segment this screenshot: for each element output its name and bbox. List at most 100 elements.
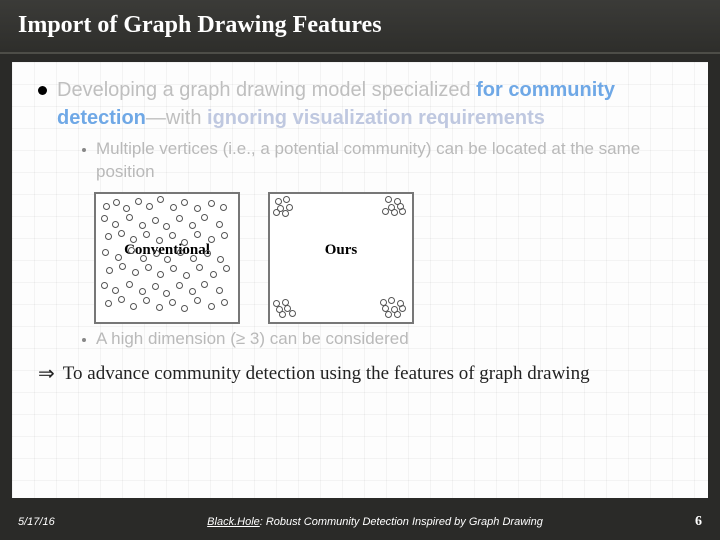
main-bullet-text: Developing a graph drawing model special… <box>57 76 682 132</box>
data-point <box>146 203 153 210</box>
data-point <box>208 200 215 207</box>
data-point <box>170 204 177 211</box>
data-point <box>139 222 146 229</box>
data-point <box>101 215 108 222</box>
data-point <box>189 288 196 295</box>
data-point <box>223 265 230 272</box>
data-point <box>181 239 188 246</box>
data-point <box>126 281 133 288</box>
data-point <box>123 205 130 212</box>
data-point <box>181 199 188 206</box>
data-point <box>289 310 296 317</box>
data-point <box>217 256 224 263</box>
text-emph-light: ignoring visualization requirements <box>207 107 545 129</box>
footer-date: 5/17/16 <box>18 516 88 528</box>
data-point <box>201 281 208 288</box>
footer-title: Black.Hole: Robust Community Detection I… <box>88 516 662 528</box>
data-point <box>169 299 176 306</box>
data-point <box>190 255 197 262</box>
data-point <box>273 209 280 216</box>
data-point <box>385 196 392 203</box>
data-point <box>208 236 215 243</box>
data-point <box>176 215 183 222</box>
slide-title: Import of Graph Drawing Features <box>0 0 720 54</box>
footer-paper-rest: : Robust Community Detection Inspired by… <box>260 516 543 528</box>
main-bullet: Developing a graph drawing model special… <box>38 76 682 132</box>
data-point <box>102 249 109 256</box>
arrow-icon: ⇒ <box>38 361 55 388</box>
data-point <box>196 264 203 271</box>
text-plain: Developing a graph drawing model special… <box>57 79 476 101</box>
data-point <box>220 204 227 211</box>
footer-page-number: 6 <box>662 514 702 530</box>
data-point <box>388 297 395 304</box>
data-point <box>143 297 150 304</box>
data-point <box>140 255 147 262</box>
data-point <box>221 232 228 239</box>
data-point <box>157 271 164 278</box>
data-point <box>204 250 211 257</box>
data-point <box>399 305 406 312</box>
data-point <box>201 214 208 221</box>
data-point <box>115 254 122 261</box>
bullet-icon <box>82 148 86 152</box>
sub-bullet-1-text: Multiple vertices (i.e., a potential com… <box>96 138 682 184</box>
slide-footer: 5/17/16 Black.Hole: Robust Community Det… <box>0 504 720 540</box>
sub-bullet-2-text: A high dimension (≥ 3) can be considered <box>96 328 409 351</box>
data-point <box>112 221 119 228</box>
bullet-icon <box>82 338 86 342</box>
data-point <box>221 299 228 306</box>
data-point <box>216 287 223 294</box>
data-point <box>382 208 389 215</box>
data-point <box>164 256 171 263</box>
conclusion-line: ⇒ To advance community detection using t… <box>38 361 682 388</box>
data-point <box>169 232 176 239</box>
data-point <box>152 217 159 224</box>
data-point <box>181 305 188 312</box>
data-point <box>394 311 401 318</box>
data-point <box>194 297 201 304</box>
data-point <box>208 303 215 310</box>
data-point <box>183 272 190 279</box>
data-point <box>105 300 112 307</box>
sub-bullet-1: Multiple vertices (i.e., a potential com… <box>82 138 682 184</box>
figure-label: Ours <box>325 242 358 259</box>
slide-body: Developing a graph drawing model special… <box>12 62 708 498</box>
data-point <box>118 296 125 303</box>
data-point <box>119 263 126 270</box>
data-point <box>399 208 406 215</box>
figure-ours: Ours <box>268 192 414 324</box>
data-point <box>135 198 142 205</box>
data-point <box>152 283 159 290</box>
conclusion-text: To advance community detection using the… <box>63 361 590 387</box>
data-point <box>157 196 164 203</box>
data-point <box>163 290 170 297</box>
data-point <box>101 282 108 289</box>
data-point <box>283 196 290 203</box>
footer-paper-name: Black.Hole <box>207 516 260 528</box>
data-point <box>177 249 184 256</box>
data-point <box>156 304 163 311</box>
text-plain: —with <box>146 107 207 129</box>
data-point <box>130 303 137 310</box>
data-point <box>176 282 183 289</box>
data-point <box>103 203 110 210</box>
data-point <box>163 223 170 230</box>
data-point <box>113 199 120 206</box>
data-point <box>391 209 398 216</box>
data-point <box>194 205 201 212</box>
data-point <box>216 221 223 228</box>
data-point <box>143 231 150 238</box>
data-point <box>194 231 201 238</box>
data-point <box>139 288 146 295</box>
bullet-icon <box>38 86 47 95</box>
data-point <box>210 271 217 278</box>
figure-conventional: Conventional <box>94 192 240 324</box>
data-point <box>118 230 125 237</box>
data-point <box>126 214 133 221</box>
data-point <box>106 267 113 274</box>
data-point <box>279 311 286 318</box>
data-point <box>170 265 177 272</box>
data-point <box>112 287 119 294</box>
data-point <box>189 222 196 229</box>
